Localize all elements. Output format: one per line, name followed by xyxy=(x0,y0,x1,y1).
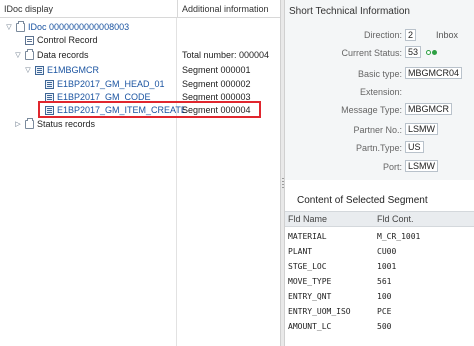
basic-type-field: MBGMCR04 xyxy=(405,67,463,79)
idoc-tree-pane: IDoc display Additional information ▽ ID… xyxy=(0,0,280,346)
tree-node-info: Segment 000004 xyxy=(182,105,251,115)
column-header-field-name[interactable]: Fld Name xyxy=(288,212,327,226)
tree-node-segment[interactable]: ▽ E1MBGMCR Segment 000001 xyxy=(0,64,280,77)
segment-table-header: Fld Name Fld Cont. xyxy=(285,211,474,227)
tree-node-data-records[interactable]: ▽ Data records Total number: 000004 xyxy=(0,49,280,62)
tree-header: IDoc display Additional information xyxy=(0,0,280,18)
details-pane: Short Technical Information Direction: 2… xyxy=(285,0,474,346)
table-row[interactable]: PLANT CU00 xyxy=(285,244,474,259)
message-type-label: Message Type: xyxy=(341,105,402,115)
current-status-field: 53 xyxy=(405,46,422,58)
basic-type-label: Basic type: xyxy=(357,69,402,79)
partner-no-field: LSMW xyxy=(405,123,438,135)
extension-label: Extension: xyxy=(359,87,402,97)
partner-type-label: Partn.Type: xyxy=(355,143,402,153)
direction-label: Direction: xyxy=(363,30,402,40)
field-value: PCE xyxy=(377,307,392,316)
field-name: MATERIAL xyxy=(288,232,327,241)
tree-node-label: Control Record xyxy=(37,35,98,45)
panel-title: Short Technical Information xyxy=(289,6,410,17)
folder-icon xyxy=(16,21,25,32)
column-header-idoc-display[interactable]: IDoc display xyxy=(0,0,176,18)
tree-node-label: Data records xyxy=(37,50,89,60)
direction-field: 2 xyxy=(405,29,417,41)
tree-node-label: E1BP2017_GM_ITEM_CREATE xyxy=(57,105,187,115)
folder-icon xyxy=(25,118,34,129)
field-name: MOVE_TYPE xyxy=(288,277,332,286)
segment-icon xyxy=(45,93,54,102)
message-type-field: MBGMCR xyxy=(405,103,452,115)
tree-node-info: Segment 000001 xyxy=(182,65,251,75)
segment-content-title: Content of Selected Segment xyxy=(297,195,428,206)
chevron-down-icon[interactable]: ▽ xyxy=(14,49,22,62)
segment-icon xyxy=(45,106,54,115)
table-row[interactable]: AMOUNT_LC 500 xyxy=(285,319,474,334)
port-label: Port: xyxy=(382,162,402,172)
table-row[interactable]: STGE_LOC 1001 xyxy=(285,259,474,274)
tree-node-control-record[interactable]: Control Record xyxy=(0,34,280,47)
tree-node-label: IDoc 0000000000008003 xyxy=(28,22,130,32)
tree-node-segment[interactable]: E1BP2017_GM_CODE Segment 000003 xyxy=(0,91,280,104)
field-name: ENTRY_UOM_ISO xyxy=(288,307,351,316)
field-value: 1001 xyxy=(377,262,397,271)
field-value: CU00 xyxy=(377,247,397,256)
field-name: PLANT xyxy=(288,247,313,256)
tree-node-info: Segment 000002 xyxy=(182,79,251,89)
partner-type-field: US xyxy=(405,141,424,153)
field-value: 100 xyxy=(377,292,392,301)
field-value: M_CR_1001 xyxy=(377,232,421,241)
tree-node-segment[interactable]: E1BP2017_GM_HEAD_01 Segment 000002 xyxy=(0,78,280,91)
tree-node-segment-selected[interactable]: E1BP2017_GM_ITEM_CREATE Segment 000004 xyxy=(0,104,280,117)
folder-icon xyxy=(25,49,34,60)
tree-node-label: Status records xyxy=(37,119,96,129)
current-status-label: Current Status: xyxy=(341,48,402,58)
tree-node-info: Segment 000003 xyxy=(182,92,251,102)
direction-text: Inbox xyxy=(436,30,459,40)
document-icon xyxy=(25,36,34,45)
tree-node-idoc[interactable]: ▽ IDoc 0000000000008003 xyxy=(0,21,280,34)
splitter-grip-icon[interactable] xyxy=(282,178,284,188)
field-value: 500 xyxy=(377,322,392,331)
tree-node-info: Total number: 000004 xyxy=(182,50,270,60)
column-header-additional-info[interactable]: Additional information xyxy=(177,0,280,18)
chevron-right-icon[interactable]: ▷ xyxy=(14,118,22,131)
segment-icon xyxy=(45,80,54,89)
table-row[interactable]: MATERIAL M_CR_1001 xyxy=(285,229,474,244)
tree-node-label: E1BP2017_GM_CODE xyxy=(57,92,151,102)
table-row[interactable]: ENTRY_UOM_ISO PCE xyxy=(285,304,474,319)
partner-no-label: Partner No.: xyxy=(353,125,402,135)
tree-node-label: E1BP2017_GM_HEAD_01 xyxy=(57,79,165,89)
chevron-down-icon[interactable]: ▽ xyxy=(5,21,13,34)
tree-node-label: E1MBGMCR xyxy=(47,65,100,75)
field-name: ENTRY_QNT xyxy=(288,292,332,301)
column-header-field-content[interactable]: Fld Cont. xyxy=(377,212,414,226)
short-technical-info-panel: Short Technical Information Direction: 2… xyxy=(285,0,474,180)
tree-node-status-records[interactable]: ▷ Status records xyxy=(0,118,280,131)
table-row[interactable]: ENTRY_QNT 100 xyxy=(285,289,474,304)
extension-field xyxy=(405,85,465,97)
chevron-down-icon[interactable]: ▽ xyxy=(24,64,32,77)
table-row[interactable]: MOVE_TYPE 561 xyxy=(285,274,474,289)
field-name: STGE_LOC xyxy=(288,262,327,271)
green-light-icon xyxy=(426,50,442,56)
port-field: LSMW xyxy=(405,160,438,172)
field-name: AMOUNT_LC xyxy=(288,322,332,331)
segment-icon xyxy=(35,66,44,75)
field-value: 561 xyxy=(377,277,392,286)
